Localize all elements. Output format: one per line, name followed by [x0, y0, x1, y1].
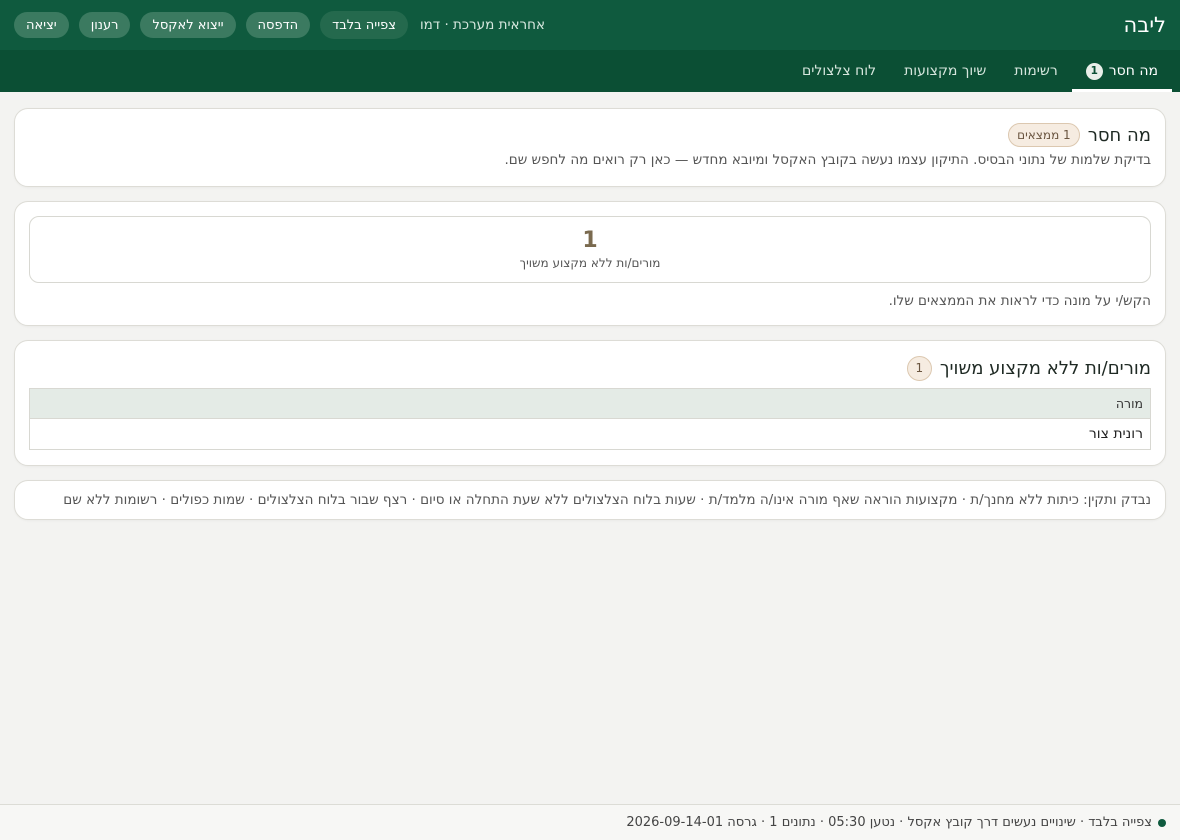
- tab-missing[interactable]: מה חסר 1: [1071, 50, 1173, 92]
- top-header: ליבה אחראית מערכת · דמו צפייה בלבד הדפסה…: [0, 0, 1180, 50]
- tab-subject-assignment[interactable]: שיוך מקצועות: [890, 50, 1000, 92]
- tab-missing-count-badge: 1: [1085, 62, 1103, 80]
- findings-count-badge: 1 ממצאים: [1008, 123, 1080, 147]
- tab-bar: מה חסר 1 רשימות שיוך מקצועות לוח צלצולים: [0, 50, 1180, 92]
- table-cell-teacher: רונית צור: [1088, 426, 1143, 442]
- counter-value: 1: [582, 227, 598, 253]
- findings-table: מורה רונית צור: [29, 388, 1151, 450]
- page-title: מה חסר: [1087, 124, 1151, 146]
- counters-card: 1 מורים/ות ללא מקצוע משויך הקש/י על מונה…: [14, 201, 1166, 326]
- header-actions: אחראית מערכת · דמו צפייה בלבד הדפסה ייצו…: [14, 11, 545, 39]
- tab-bell-schedule[interactable]: לוח צלצולים: [788, 50, 890, 92]
- table-row: רונית צור: [30, 419, 1151, 450]
- logout-button[interactable]: יציאה: [14, 12, 69, 38]
- summary-description: בדיקת שלמות של נתוני הבסיס. התיקון עצמו …: [504, 152, 1151, 168]
- footer-status-text: צפייה בלבד · שינויים נעשים דרך קובץ אקסל…: [626, 815, 1152, 830]
- passed-checks-card: נבדק ותקין: כיתות ללא מחנך/ת · מקצועות ה…: [14, 480, 1166, 520]
- status-dot-icon: [1158, 818, 1166, 827]
- print-button[interactable]: הדפסה: [245, 12, 311, 38]
- status-footer: צפייה בלבד · שינויים נעשים דרך קובץ אקסל…: [0, 804, 1180, 840]
- tab-missing-label: מה חסר: [1108, 63, 1158, 79]
- counters-hint: הקש/י על מונה כדי לראות את הממצאים שלו.: [888, 293, 1151, 309]
- refresh-button[interactable]: רענון: [78, 12, 131, 38]
- counter-label: מורים/ות ללא מקצוע משויך: [519, 256, 661, 271]
- tab-subject-assignment-label: שיוך מקצועות: [904, 63, 987, 79]
- passed-checks-text: נבדק ותקין: כיתות ללא מחנך/ת · מקצועות ה…: [63, 492, 1151, 508]
- tab-bell-schedule-label: לוח צלצולים: [801, 63, 877, 79]
- export-excel-button[interactable]: ייצוא לאקסל: [140, 12, 236, 38]
- findings-card: מורים/ות ללא מקצוע משויך 1 מורה רונית צו…: [14, 340, 1166, 466]
- tab-lists[interactable]: רשימות: [1000, 50, 1071, 92]
- findings-header: מורים/ות ללא מקצוע משויך 1: [29, 355, 1151, 381]
- tab-lists-label: רשימות: [1014, 63, 1058, 79]
- view-only-button[interactable]: צפייה בלבד: [320, 11, 408, 39]
- app-title: ליבה: [1123, 13, 1167, 37]
- summary-title-row: מה חסר 1 ממצאים: [29, 123, 1151, 147]
- summary-card: מה חסר 1 ממצאים בדיקת שלמות של נתוני הבס…: [14, 108, 1166, 187]
- column-header-teacher: מורה: [29, 388, 1151, 419]
- table-header-row: מורה: [29, 388, 1151, 419]
- findings-title: מורים/ות ללא מקצוע משויך: [939, 357, 1151, 379]
- findings-section-count-badge: 1: [906, 355, 932, 381]
- teachers-without-subject-counter[interactable]: 1 מורים/ות ללא מקצוע משויך: [29, 216, 1151, 283]
- user-role-label: אחראית מערכת · דמו: [419, 17, 545, 33]
